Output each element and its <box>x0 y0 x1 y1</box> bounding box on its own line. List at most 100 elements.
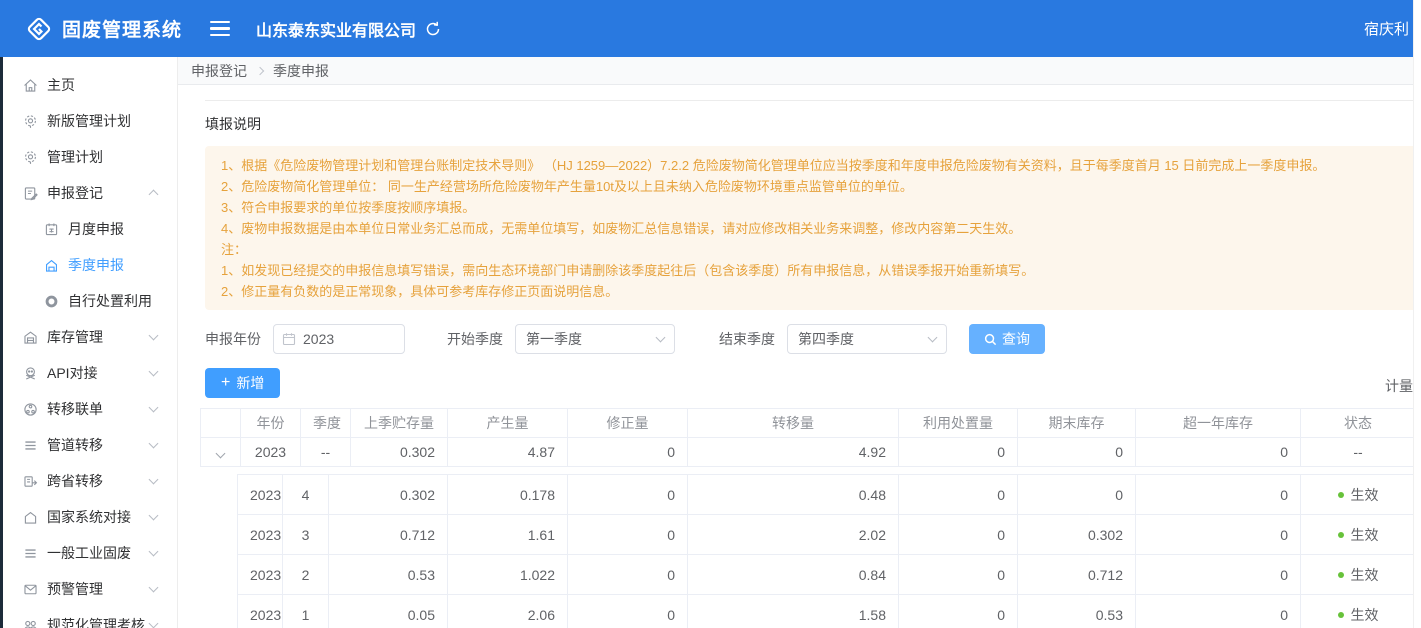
refresh-icon[interactable] <box>424 20 442 38</box>
sidebar-item-declaration-register[interactable]: 申报登记 <box>3 175 177 211</box>
sidebar-item-general-industrial-waste[interactable]: 一般工业固废 <box>3 535 177 571</box>
warehouse-icon <box>22 329 39 346</box>
chevron-down-icon <box>928 333 938 343</box>
status-dot <box>1338 572 1344 578</box>
sidebar-item-label: 主页 <box>47 75 75 95</box>
end-quarter-label: 结束季度 <box>719 329 775 349</box>
column-header-expand <box>201 409 241 438</box>
chevron-down-icon <box>149 367 159 377</box>
add-button[interactable]: 新增 <box>205 368 280 398</box>
hamburger-menu-button[interactable] <box>210 21 230 37</box>
column-header-corrected: 修正量 <box>568 409 688 438</box>
transfer-node-icon <box>22 401 39 418</box>
sidebar-item-label: API对接 <box>47 363 98 383</box>
notice-line: 注： <box>221 239 1405 260</box>
cell-status: 生效 <box>1301 595 1416 628</box>
sidebar-item-inventory-management[interactable]: 库存管理 <box>3 319 177 355</box>
end-quarter-select[interactable]: 第四季度 <box>787 324 947 354</box>
cell-expand[interactable] <box>201 438 241 467</box>
column-header-year: 年份 <box>241 409 301 438</box>
sidebar-item-label: 库存管理 <box>47 327 103 347</box>
table-row: 202340.3020.17800.48000生效 <box>238 475 1421 515</box>
envelope-icon <box>22 581 39 598</box>
sidebar-item-pipeline-transfer[interactable]: 管道转移 <box>3 427 177 463</box>
chevron-down-icon <box>149 619 159 628</box>
cell-prev_storage: 0.302 <box>351 438 448 467</box>
sidebar-item-label: 申报登记 <box>47 183 103 203</box>
status-label: 生效 <box>1351 525 1379 545</box>
seal-icon <box>22 149 39 166</box>
sidebar-item-national-system[interactable]: 国家系统对接 <box>3 499 177 535</box>
cell-produced: 0.178 <box>448 475 568 515</box>
sidebar-item-label: 自行处置利用 <box>68 291 152 311</box>
cell-transferred: 4.92 <box>688 438 899 467</box>
chevron-down-icon <box>149 439 159 449</box>
cell-over_one_year: 0 <box>1136 438 1301 467</box>
notice-box: 1、根据《危险废物管理计划和管理台账制定技术导则》 （HJ 1259—2022）… <box>205 146 1421 310</box>
sidebar-item-standardization-assessment[interactable]: 规范化管理考核 <box>3 607 177 628</box>
chevron-down-icon <box>149 511 159 521</box>
sidebar-item-api-integration[interactable]: API对接 <box>3 355 177 391</box>
sidebar-item-label: 预警管理 <box>47 579 103 599</box>
sidebar-item-label: 转移联单 <box>47 399 103 419</box>
lines-icon <box>22 437 39 454</box>
cell-utilized_disposed: 0 <box>899 475 1018 515</box>
cell-produced: 1.61 <box>448 515 568 555</box>
sidebar-item-quarterly-declaration[interactable]: 季度申报 <box>3 247 177 283</box>
sidebar-item-cross-province-transfer[interactable]: 跨省转移 <box>3 463 177 499</box>
status-label: 生效 <box>1351 485 1379 505</box>
filter-row: 申报年份 2023 开始季度 第一季度 结束季度 第四季度 <box>205 324 1421 354</box>
cell-ending_inventory: 0.712 <box>1018 555 1136 595</box>
cell-ending_inventory: 0 <box>1018 438 1136 467</box>
notice-line: 1、根据《危险废物管理计划和管理台账制定技术导则》 （HJ 1259—2022）… <box>221 155 1405 176</box>
cell-over_one_year: 0 <box>1136 475 1301 515</box>
document-edit-icon <box>22 185 39 202</box>
start-quarter-select[interactable]: 第一季度 <box>515 324 675 354</box>
sidebar-item-home[interactable]: 主页 <box>3 67 177 103</box>
chevron-down-icon <box>149 403 159 413</box>
app-title: 固废管理系统 <box>62 15 182 42</box>
cell-quarter: 2 <box>283 555 329 595</box>
seal-icon <box>22 113 39 130</box>
cell-status: -- <box>1301 438 1416 467</box>
cell-quarter: 1 <box>283 595 329 628</box>
status-dot <box>1338 492 1344 498</box>
year-value: 2023 <box>303 331 334 347</box>
app-logo-icon <box>26 16 52 42</box>
sidebar-item-warning-management[interactable]: 预警管理 <box>3 571 177 607</box>
sidebar-item-monthly-declaration[interactable]: 月度申报 <box>3 211 177 247</box>
cell-utilized_disposed: 0 <box>899 555 1018 595</box>
cell-utilized_disposed: 0 <box>899 595 1018 628</box>
cell-prev_storage: 0.53 <box>329 555 448 595</box>
sidebar: 主页新版管理计划管理计划申报登记月度申报季度申报自行处置利用库存管理 API对接转… <box>0 57 178 628</box>
scrollbar[interactable] <box>1413 0 1421 628</box>
breadcrumb-item-parent[interactable]: 申报登记 <box>191 61 247 81</box>
quarterly-table: 年份季度上季贮存量产生量修正量转移量利用处置量期末库存超一年库存状态 2023-… <box>200 408 1421 628</box>
sidebar-item-transfer-manifest[interactable]: 转移联单 <box>3 391 177 427</box>
cell-utilized_disposed: 0 <box>899 438 1018 467</box>
status-dot <box>1338 612 1344 618</box>
sidebar-item-self-disposal[interactable]: 自行处置利用 <box>3 283 177 319</box>
sidebar-item-label: 跨省转移 <box>47 471 103 491</box>
cell-over_one_year: 0 <box>1136 515 1301 555</box>
chevron-down-icon <box>149 475 159 485</box>
sidebar-item-label: 一般工业固废 <box>47 543 131 563</box>
start-quarter-label: 开始季度 <box>447 329 503 349</box>
chevron-down-icon <box>656 333 666 343</box>
lines-icon <box>22 545 39 562</box>
end-quarter-value: 第四季度 <box>798 329 854 349</box>
sidebar-item-label: 季度申报 <box>68 255 124 275</box>
cell-quarter: 3 <box>283 515 329 555</box>
cell-corrected: 0 <box>568 555 688 595</box>
breadcrumb: 申报登记 季度申报 <box>178 57 1421 85</box>
expand-row-icon[interactable] <box>216 449 226 459</box>
cell-produced: 2.06 <box>448 595 568 628</box>
sidebar-item-management-plan[interactable]: 管理计划 <box>3 139 177 175</box>
chevron-down-icon <box>149 583 159 593</box>
sidebar-item-new-management-plan[interactable]: 新版管理计划 <box>3 103 177 139</box>
cell-quarter: 4 <box>283 475 329 515</box>
query-button[interactable]: 查询 <box>969 324 1045 354</box>
user-name[interactable]: 宿庆利 <box>1364 0 1409 57</box>
year-input[interactable]: 2023 <box>273 324 405 354</box>
notice-line: 2、危险废物简化管理单位： 同一生产经营场所危险废物年产生量10t及以上且未纳入… <box>221 176 1405 197</box>
